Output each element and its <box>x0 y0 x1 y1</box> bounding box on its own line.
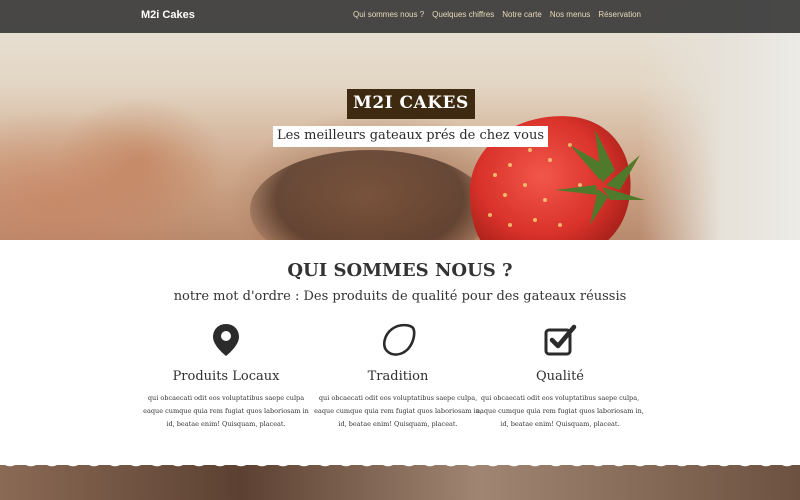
scallop-border <box>0 456 800 476</box>
nav-link-nos-menus[interactable]: Nos menus <box>550 10 590 19</box>
map-marker-icon <box>213 324 239 356</box>
section-title: QUI SOMMES NOUS ? <box>287 260 513 281</box>
hero-banner <box>0 0 800 240</box>
feature-produits-locaux: Produits Locaux qui obcaecati odit eos v… <box>141 322 311 431</box>
feature-title: Qualité <box>535 369 584 384</box>
nav-link-qui-sommes-nous[interactable]: Qui sommes nous ? <box>353 10 424 19</box>
lemon-icon <box>382 323 416 356</box>
feature-qualite: Qualité qui obcaecati odit eos voluptati… <box>475 322 645 431</box>
nav-link-reservation[interactable]: Réservation <box>598 10 641 19</box>
top-navbar: M2i Cakes Qui sommes nous ? Quelques chi… <box>0 0 800 33</box>
hero-title: M2I CAKES <box>347 89 475 119</box>
hero-haze <box>640 0 800 240</box>
hero-subtitle: Les meilleurs gateaux prés de chez vous <box>273 126 549 147</box>
nav-link-quelques-chiffres[interactable]: Quelques chiffres <box>432 10 494 19</box>
nav-links: Qui sommes nous ? Quelques chiffres Notr… <box>353 10 641 19</box>
section-subtitle: notre mot d'ordre : Des produits de qual… <box>173 289 627 304</box>
check-square-icon <box>544 324 577 356</box>
feature-text: qui obcaecati odit eos voluptatibus saep… <box>314 394 482 428</box>
feature-tradition: Tradition qui obcaecati odit eos volupta… <box>313 322 483 431</box>
feature-text: qui obcaecati odit eos voluptatibus saep… <box>476 394 644 428</box>
scallop-fill <box>0 446 800 456</box>
nav-link-notre-carte[interactable]: Notre carte <box>502 10 542 19</box>
feature-title: Tradition <box>367 369 429 384</box>
feature-title: Produits Locaux <box>172 369 280 384</box>
brand-link[interactable]: M2i Cakes <box>141 9 195 21</box>
feature-text: qui obcaecati odit eos voluptatibus saep… <box>143 394 309 428</box>
